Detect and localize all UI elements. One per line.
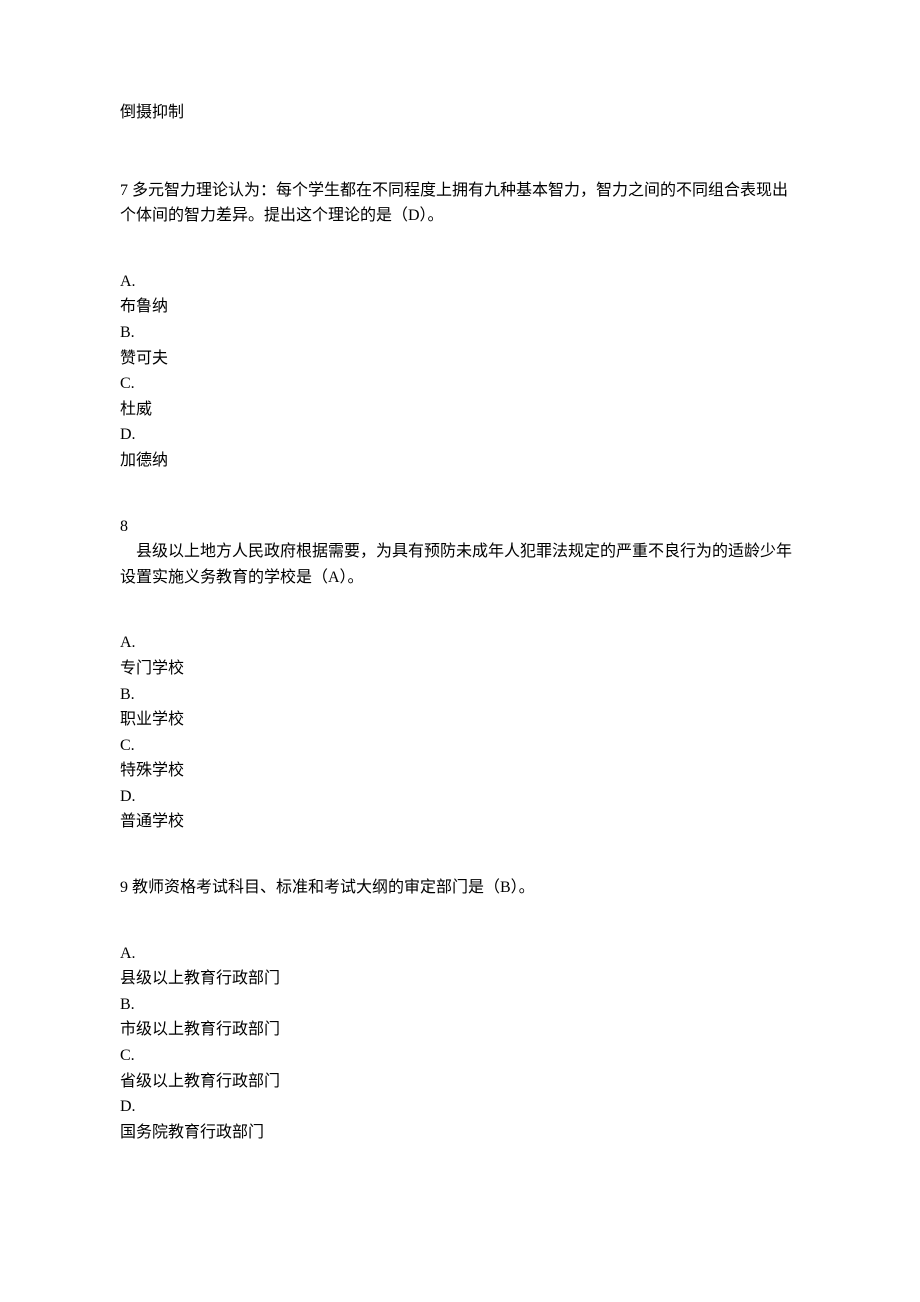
question-7-text: 7 多元智力理论认为：每个学生都在不同程度上拥有九种基本智力，智力之间的不同组合…	[120, 178, 800, 229]
option-d-text: 加德纳	[120, 448, 800, 474]
question-8-options: A. 专门学校 B. 职业学校 C. 特殊学校 D. 普通学校	[120, 630, 800, 835]
question-8-number: 8	[120, 514, 800, 540]
option-a-text: 县级以上教育行政部门	[120, 966, 800, 992]
option-a-text: 布鲁纳	[120, 294, 800, 320]
option-d-letter: D.	[120, 788, 136, 805]
option-d-text: 国务院教育行政部门	[120, 1120, 800, 1146]
question-7: 7 多元智力理论认为：每个学生都在不同程度上拥有九种基本智力，智力之间的不同组合…	[120, 178, 800, 474]
question-7-options: A. 布鲁纳 B. 赞可夫 C. 杜威 D. 加德纳	[120, 269, 800, 474]
option-c-text: 省级以上教育行政部门	[120, 1069, 800, 1095]
question-9-text: 9 教师资格考试科目、标准和考试大纲的审定部门是（B）。	[120, 875, 800, 901]
option-c-text: 特殊学校	[120, 758, 800, 784]
question-8: 8 县级以上地方人民政府根据需要，为具有预防未成年人犯罪法规定的严重不良行为的适…	[120, 514, 800, 836]
option-b-letter: B.	[120, 686, 135, 703]
option-d-text: 普通学校	[120, 809, 800, 835]
option-d-letter: D.	[120, 1098, 136, 1115]
question-9: 9 教师资格考试科目、标准和考试大纲的审定部门是（B）。 A. 县级以上教育行政…	[120, 875, 800, 1145]
option-c-letter: C.	[120, 737, 135, 754]
option-c-letter: C.	[120, 1047, 135, 1064]
option-b-letter: B.	[120, 324, 135, 341]
fragment-previous-option: 倒摄抑制	[120, 100, 800, 126]
option-a-text: 专门学校	[120, 656, 800, 682]
question-8-text: 县级以上地方人民政府根据需要，为具有预防未成年人犯罪法规定的严重不良行为的适龄少…	[120, 539, 800, 590]
option-d-letter: D.	[120, 426, 136, 443]
option-b-text: 职业学校	[120, 707, 800, 733]
option-b-text: 赞可夫	[120, 346, 800, 372]
option-a-letter: A.	[120, 945, 136, 962]
option-b-letter: B.	[120, 996, 135, 1013]
option-b-text: 市级以上教育行政部门	[120, 1017, 800, 1043]
option-a-letter: A.	[120, 634, 136, 651]
option-c-text: 杜威	[120, 397, 800, 423]
option-c-letter: C.	[120, 375, 135, 392]
question-9-options: A. 县级以上教育行政部门 B. 市级以上教育行政部门 C. 省级以上教育行政部…	[120, 941, 800, 1146]
option-a-letter: A.	[120, 273, 136, 290]
